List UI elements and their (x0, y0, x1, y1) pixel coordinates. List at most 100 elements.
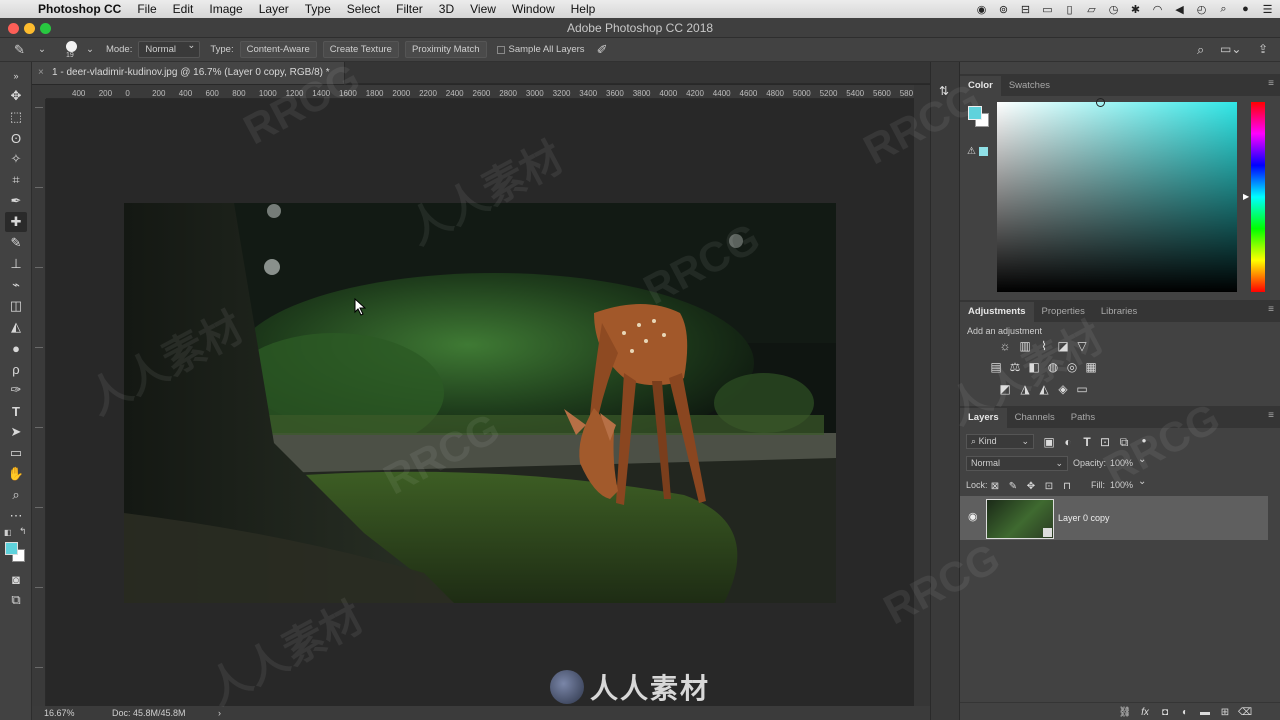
screen-mode-icon[interactable]: ⧉ (5, 590, 27, 610)
notification-center-icon[interactable]: ☰ (1261, 3, 1274, 16)
crop-tool-icon[interactable]: ⌗ (5, 170, 27, 190)
tab-color[interactable]: Color (960, 76, 1001, 96)
layers-panel-menu-icon[interactable]: ≡ (1268, 410, 1274, 421)
content-aware-button[interactable]: Content-Aware (239, 41, 317, 58)
create-texture-button[interactable]: Create Texture (322, 41, 399, 58)
filter-shape-layers-icon[interactable]: ⊡ (1098, 435, 1112, 449)
move-tool-icon[interactable]: ✥ (5, 86, 27, 106)
tool-preset-chevron-icon[interactable]: ⌄ (38, 44, 46, 55)
menu-file[interactable]: File (129, 2, 164, 16)
layer-row[interactable]: ◉ Layer 0 copy (960, 496, 1268, 540)
blend-mode-select[interactable]: Normal ⌄ (966, 456, 1068, 471)
tab-properties[interactable]: Properties (1034, 302, 1093, 322)
foreground-color-swatch[interactable] (5, 542, 18, 555)
menu-image[interactable]: Image (201, 2, 250, 16)
rectangle-tool-icon[interactable]: ▭ (5, 443, 27, 463)
filter-adjustment-layers-icon[interactable]: ◐ (1061, 435, 1075, 449)
sample-all-layers-checkbox[interactable] (496, 45, 505, 54)
lasso-tool-icon[interactable]: ʘ (5, 128, 27, 148)
airplay-icon[interactable]: ▱ (1085, 3, 1098, 16)
vertical-scrollbar[interactable] (914, 85, 930, 706)
spot-healing-brush-tool-icon[interactable]: ✚ (5, 212, 27, 232)
time-machine-icon[interactable]: ◷ (1107, 3, 1120, 16)
color-picker-ring[interactable] (1096, 98, 1105, 107)
mode-select[interactable]: Normal (138, 40, 201, 58)
menu-select[interactable]: Select (339, 2, 388, 16)
menu-view[interactable]: View (462, 2, 504, 16)
ruler-origin[interactable] (32, 85, 46, 99)
bluetooth-icon[interactable]: ✱ (1129, 3, 1142, 16)
layer-name[interactable]: Layer 0 copy (1058, 513, 1110, 523)
quick-mask-icon[interactable]: ◙ (5, 569, 27, 589)
link-layers-icon[interactable]: ⛓ (1118, 705, 1132, 719)
dodge-tool-icon[interactable]: ρ (5, 359, 27, 379)
menu-window[interactable]: Window (504, 2, 563, 16)
fill-value[interactable]: 100% (1110, 480, 1133, 490)
filter-smart-objects-icon[interactable]: ⧉ (1117, 435, 1131, 449)
photo-filter-icon[interactable]: ◍ (1046, 360, 1060, 374)
color-lookup-icon[interactable]: ▦ (1084, 360, 1098, 374)
horizontal-ruler[interactable]: 400 200 0 200 400 600 800 1000 1200 1400 1600 1800 2… (46, 85, 914, 99)
menu-layer[interactable]: Layer (251, 2, 297, 16)
marquee-tool-icon[interactable]: ⬚ (5, 107, 27, 127)
spotlight-search-icon[interactable]: ⌕ (1217, 3, 1230, 16)
deer-photo-canvas[interactable] (124, 203, 836, 603)
quick-selection-tool-icon[interactable]: ✧ (5, 149, 27, 169)
zoom-level[interactable]: 16.67% (44, 706, 75, 720)
lock-position-icon[interactable]: ✥ (1024, 479, 1038, 493)
new-adjustment-layer-icon[interactable]: ◐ (1178, 705, 1192, 719)
default-colors-icon[interactable]: ◧ (4, 528, 12, 537)
search-icon[interactable]: ⌕ (1197, 42, 1204, 58)
color-field[interactable] (997, 102, 1237, 292)
history-panel-icon[interactable]: ⇅ (939, 84, 949, 98)
hue-slider-handle-icon[interactable]: ▶ (1243, 192, 1249, 201)
lock-artboard-icon[interactable]: ⊡ (1042, 479, 1056, 493)
clock-icon[interactable]: ◴ (1195, 3, 1208, 16)
zoom-tool-icon[interactable]: ⌕ (5, 485, 27, 505)
out-of-gamut-warning-icon[interactable]: ⚠ (967, 146, 976, 157)
share-image-icon[interactable]: ⇪ (1258, 42, 1268, 56)
display-icon[interactable]: ▭ (1041, 3, 1054, 16)
path-selection-tool-icon[interactable]: ➤ (5, 422, 27, 442)
adjustments-panel-menu-icon[interactable]: ≡ (1268, 304, 1274, 315)
tab-libraries[interactable]: Libraries (1093, 302, 1145, 322)
lock-image-icon[interactable]: ✎ (1006, 479, 1020, 493)
lock-transparent-icon[interactable]: ⊠ (988, 479, 1002, 493)
blur-tool-icon[interactable]: ● (5, 338, 27, 358)
brush-chevron-icon[interactable]: ⌄ (86, 44, 94, 55)
user-avatar-icon[interactable]: ● (1239, 3, 1252, 16)
edit-toolbar-icon[interactable]: ⋯ (5, 506, 27, 526)
opacity-chevron-icon[interactable]: ⌄ (1138, 454, 1146, 465)
opacity-value[interactable]: 100% (1110, 458, 1133, 468)
new-group-icon[interactable]: ▬ (1198, 705, 1212, 719)
menu-edit[interactable]: Edit (165, 2, 202, 16)
wifi-icon[interactable]: ◠ (1151, 3, 1164, 16)
pen-tool-icon[interactable]: ✑ (5, 380, 27, 400)
spot-healing-tool-preset-icon[interactable]: ✎ (14, 42, 36, 58)
black-white-icon[interactable]: ◧ (1027, 360, 1041, 374)
tab-layers[interactable]: Layers (960, 408, 1007, 428)
zoom-window-button[interactable] (40, 23, 51, 34)
cc-sync-icon[interactable]: ⊚ (997, 3, 1010, 16)
filter-pixel-layers-icon[interactable]: ▣ (1042, 435, 1056, 449)
proximity-match-button[interactable]: Proximity Match (404, 41, 487, 58)
pressure-size-icon[interactable]: ✐ (597, 42, 608, 58)
tab-channels[interactable]: Channels (1007, 408, 1063, 428)
color-balance-icon[interactable]: ⚖ (1008, 360, 1022, 374)
lock-all-icon[interactable]: ⊓ (1060, 479, 1074, 493)
invert-icon[interactable]: ◩ (998, 382, 1012, 396)
layer-filter-select[interactable]: ⌕ Kind ⌄ (966, 434, 1034, 449)
brush-tool-icon[interactable]: ✎ (5, 233, 27, 253)
document-tab[interactable]: × 1 - deer-vladimir-kudinov.jpg @ 16.7% … (32, 62, 345, 84)
minimize-window-button[interactable] (24, 23, 35, 34)
filter-toggle-icon[interactable]: ● (1137, 433, 1151, 447)
tab-swatches[interactable]: Swatches (1001, 76, 1058, 96)
menu-type[interactable]: Type (297, 2, 339, 16)
swap-colors-icon[interactable]: ↰ (19, 526, 27, 537)
document-icon[interactable]: ▯ (1063, 3, 1076, 16)
close-document-icon[interactable]: × (38, 62, 44, 84)
workspace-switcher-icon[interactable]: ▭⌄ (1220, 42, 1241, 56)
eyedropper-tool-icon[interactable]: ✒ (5, 191, 27, 211)
menu-filter[interactable]: Filter (388, 2, 431, 16)
delete-layer-icon[interactable]: ⌫ (1238, 705, 1252, 719)
